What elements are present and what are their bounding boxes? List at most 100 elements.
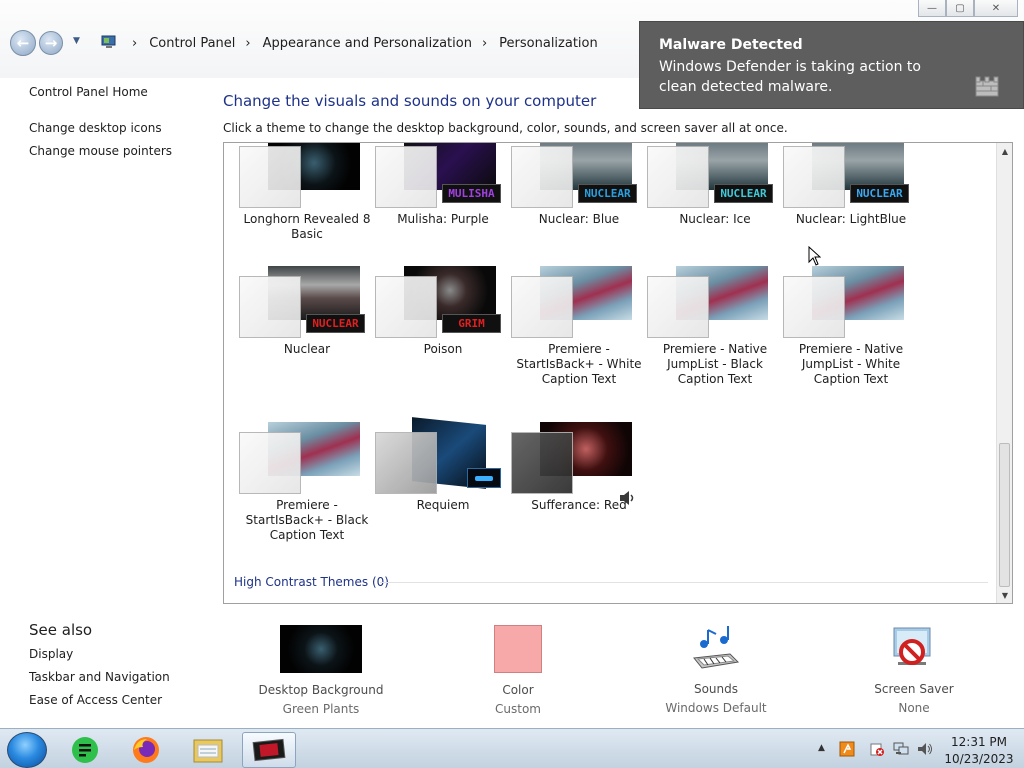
- ease-of-access-link[interactable]: Ease of Access Center: [29, 693, 162, 707]
- taskbar-clock[interactable]: 12:31 PM 10/23/2023: [942, 734, 1016, 768]
- chevron-down-icon: ▼: [73, 36, 80, 46]
- taskbar-personalization[interactable]: [242, 732, 296, 768]
- scroll-up-arrow-icon[interactable]: ▲: [997, 143, 1012, 159]
- theme-nuclear[interactable]: NUCLEAR Nuclear: [239, 266, 375, 357]
- theme-label: Nuclear: LightBlue: [795, 212, 907, 226]
- theme-label: Premiere - StartIsBack+ - Black Caption …: [245, 498, 369, 542]
- theme-premiere-sib-white[interactable]: Premiere - StartIsBack+ - White Caption …: [511, 266, 647, 387]
- recent-pages-button[interactable]: ▼: [73, 36, 80, 46]
- setting-value: Windows Default: [665, 701, 767, 715]
- volume-icon[interactable]: [917, 741, 933, 757]
- theme-label: Mulisha: Purple: [397, 212, 489, 226]
- maximize-button[interactable]: ▢: [946, 0, 974, 17]
- breadcrumb-control-panel[interactable]: Control Panel: [149, 36, 235, 51]
- theme-window-preview: [375, 146, 437, 208]
- theme-nuclear-lightblue[interactable]: NUCLEAR Nuclear: LightBlue: [783, 143, 919, 227]
- desktop-background-setting[interactable]: Desktop Background Green Plants: [251, 624, 391, 716]
- breadcrumb-personalization[interactable]: Personalization: [499, 36, 598, 51]
- action-center-icon[interactable]: [869, 741, 885, 757]
- close-button[interactable]: ✕: [974, 0, 1018, 17]
- scroll-down-arrow-icon[interactable]: ▼: [997, 587, 1012, 603]
- theme-label: Requiem: [416, 498, 470, 512]
- theme-label: Poison: [423, 342, 463, 356]
- theme-longhorn-revealed[interactable]: Longhorn Revealed 8 Basic: [239, 143, 375, 242]
- scrollbar-thumb[interactable]: [999, 443, 1010, 587]
- control-panel-home-link[interactable]: Control Panel Home: [29, 85, 148, 99]
- theme-requiem[interactable]: Requiem: [375, 417, 511, 513]
- back-button[interactable]: ←: [10, 30, 36, 56]
- desktop-background-thumbnail: [280, 625, 362, 673]
- theme-label: Longhorn Revealed 8 Basic: [243, 212, 371, 241]
- sounds-icon: [693, 626, 740, 669]
- notification-message: Windows Defender is taking action to cle…: [659, 59, 921, 95]
- tray-update-icon[interactable]: [839, 741, 855, 757]
- theme-logo-badge: NUCLEAR: [850, 184, 909, 203]
- theme-window-preview: [239, 146, 301, 208]
- theme-nuclear-ice[interactable]: NUCLEAR Nuclear: Ice: [647, 143, 783, 227]
- screen-saver-icon: [893, 627, 931, 665]
- breadcrumb-appearance[interactable]: Appearance and Personalization: [263, 36, 472, 51]
- screen-saver-setting[interactable]: Screen Saver None: [844, 624, 984, 715]
- minimize-button[interactable]: —: [918, 0, 946, 17]
- window-controls: — ▢ ✕: [918, 0, 1018, 17]
- setting-title: Sounds: [693, 682, 739, 696]
- breadcrumb-separator-icon[interactable]: ›: [132, 36, 137, 51]
- notes-app-icon: [72, 737, 98, 763]
- theme-window-preview: [783, 146, 845, 208]
- sounds-setting[interactable]: Sounds Windows Default: [646, 624, 786, 715]
- theme-window-preview: [511, 276, 573, 338]
- clock-date: 10/23/2023: [944, 752, 1014, 766]
- breadcrumb-separator-icon[interactable]: ›: [245, 36, 250, 51]
- theme-list[interactable]: Longhorn Revealed 8 Basic MULISHA Mulish…: [223, 142, 1013, 604]
- display-link[interactable]: Display: [29, 647, 73, 661]
- breadcrumb: › Control Panel › Appearance and Persona…: [122, 36, 598, 51]
- color-swatch: [494, 625, 542, 673]
- show-hidden-icons-button[interactable]: ▲: [818, 743, 825, 753]
- setting-value: None: [898, 701, 930, 715]
- folder-icon: [193, 739, 223, 763]
- theme-label: Nuclear: Blue: [538, 212, 620, 226]
- left-pane: Control Panel Home Change desktop icons …: [0, 78, 205, 728]
- theme-window-preview: [375, 276, 437, 338]
- malware-notification[interactable]: Malware Detected Windows Defender is tak…: [639, 21, 1024, 109]
- theme-logo-badge: NUCLEAR: [714, 184, 773, 203]
- change-mouse-pointers-link[interactable]: Change mouse pointers: [29, 144, 172, 158]
- forward-arrow-icon: →: [44, 34, 58, 52]
- theme-premiere-native-white[interactable]: Premiere - Native JumpList - White Capti…: [783, 266, 919, 387]
- speaker-icon: [620, 491, 634, 505]
- setting-title: Desktop Background: [258, 683, 384, 697]
- taskbar: ▲ 12:31 PM 10/23/2023: [0, 728, 1024, 768]
- forward-button[interactable]: →: [39, 31, 63, 55]
- theme-logo-badge: NUCLEAR: [306, 314, 365, 333]
- taskbar-navigation-link[interactable]: Taskbar and Navigation: [29, 670, 170, 684]
- theme-premiere-sib-black[interactable]: Premiere - StartIsBack+ - Black Caption …: [239, 422, 375, 543]
- color-setting[interactable]: Color Custom: [448, 624, 588, 716]
- theme-label: Premiere - Native JumpList - Black Capti…: [662, 342, 768, 386]
- theme-poison[interactable]: GRIM Poison: [375, 266, 511, 357]
- page-title: Change the visuals and sounds on your co…: [223, 92, 597, 110]
- taskbar-firefox[interactable]: [119, 732, 173, 768]
- theme-window-preview: [511, 432, 573, 494]
- requiem-glow-icon: [475, 475, 493, 481]
- clock-time: 12:31 PM: [951, 735, 1007, 749]
- theme-window-preview: [647, 146, 709, 208]
- theme-premiere-native-black[interactable]: Premiere - Native JumpList - Black Capti…: [647, 266, 783, 387]
- network-icon[interactable]: [893, 741, 909, 757]
- see-also-heading: See also: [29, 621, 93, 639]
- setting-title: Screen Saver: [874, 682, 954, 696]
- start-orb-button[interactable]: [7, 732, 47, 768]
- theme-mulisha-purple[interactable]: MULISHA Mulisha: Purple: [375, 143, 511, 227]
- theme-logo-badge: MULISHA: [442, 184, 501, 203]
- theme-window-preview: [647, 276, 709, 338]
- page-description: Click a theme to change the desktop back…: [223, 121, 788, 135]
- theme-sufferance-red[interactable]: Sufferance: Red: [511, 422, 647, 513]
- setting-value: Green Plants: [282, 702, 360, 716]
- high-contrast-themes-group[interactable]: High Contrast Themes (0): [234, 575, 389, 589]
- change-desktop-icons-link[interactable]: Change desktop icons: [29, 121, 162, 135]
- taskbar-notes-app[interactable]: [58, 732, 112, 768]
- group-divider: [380, 582, 988, 583]
- theme-list-scrollbar[interactable]: ▲ ▼: [996, 143, 1012, 603]
- breadcrumb-separator-icon[interactable]: ›: [482, 36, 487, 51]
- taskbar-file-explorer[interactable]: [181, 732, 235, 768]
- theme-nuclear-blue[interactable]: NUCLEAR Nuclear: Blue: [511, 143, 647, 227]
